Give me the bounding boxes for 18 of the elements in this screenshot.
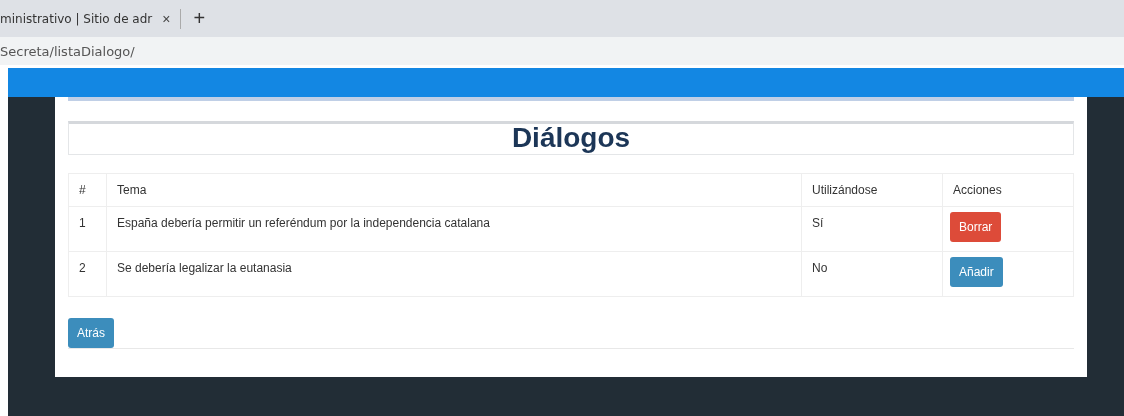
tab-close-button[interactable]: × xyxy=(162,10,171,27)
table-cell: Sí xyxy=(801,206,943,252)
column-header: Utilizándose xyxy=(801,173,943,207)
tab-title[interactable]: ministrativo | Sitio de adr xyxy=(0,11,153,26)
table-cell: 2 xyxy=(68,251,107,297)
column-header: # xyxy=(68,173,107,207)
action-button[interactable]: Borrar xyxy=(950,212,1002,242)
column-header: Acciones xyxy=(942,173,1074,207)
column-header: Tema xyxy=(106,173,802,207)
table-cell: Se debería legalizar la eutanasia xyxy=(106,251,802,297)
table-cell: No xyxy=(801,251,943,297)
page-title: Diálogos xyxy=(68,121,1074,155)
new-tab-button[interactable]: + xyxy=(193,7,206,30)
action-button[interactable]: Añadir xyxy=(950,257,1003,287)
table-cell: España debería permitir un referéndum por la independencia catalana xyxy=(106,206,802,252)
back-button[interactable]: Atrás xyxy=(68,318,114,348)
address-bar[interactable]: Secreta/listaDialogo/ xyxy=(0,37,1124,68)
table-cell: 1 xyxy=(68,206,107,252)
